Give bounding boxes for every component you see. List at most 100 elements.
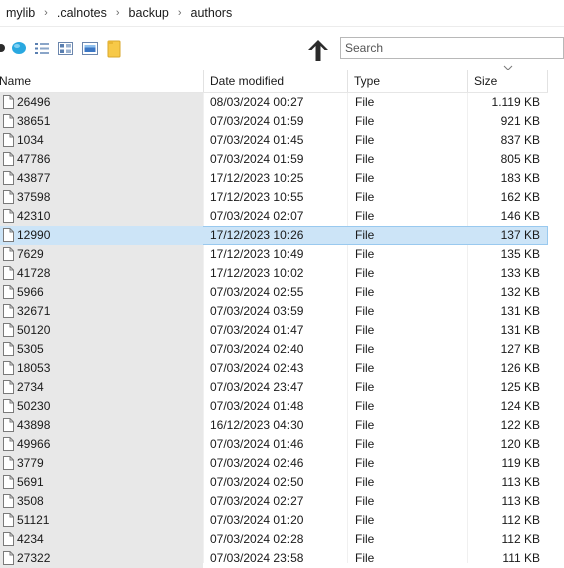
file-size: 112 KB (501, 532, 540, 546)
file-type: File (355, 95, 375, 109)
file-type: File (355, 209, 375, 223)
file-size: 162 KB (500, 190, 540, 204)
file-row[interactable]: 7629 17/12/2023 10:49 File 135 KB (0, 245, 548, 264)
column-header-row: Name Date modified Type Size (0, 70, 564, 93)
file-row[interactable]: 4234 07/03/2024 02:28 File 112 KB (0, 530, 548, 549)
search-input[interactable] (341, 38, 563, 58)
file-row[interactable]: 50120 07/03/2024 01:47 File 131 KB (0, 321, 548, 340)
column-header-type[interactable]: Type (354, 70, 380, 92)
file-date-modified: 08/03/2024 00:27 (210, 95, 304, 109)
breadcrumb-item[interactable]: backup (129, 6, 169, 20)
file-size: 137 KB (500, 228, 540, 242)
file-row[interactable]: 1034 07/03/2024 01:45 File 837 KB (0, 131, 548, 150)
file-date-modified: 17/12/2023 10:49 (210, 247, 304, 261)
file-row[interactable]: 51121 07/03/2024 01:20 File 112 KB (0, 511, 548, 530)
column-divider[interactable] (203, 70, 204, 92)
file-row[interactable]: 5966 07/03/2024 02:55 File 132 KB (0, 283, 548, 302)
file-icon (3, 380, 14, 394)
file-icon (3, 95, 14, 109)
vertical-scrollbar[interactable] (548, 92, 564, 563)
search-box[interactable] (340, 37, 564, 59)
file-size: 131 KB (500, 323, 540, 337)
file-type: File (355, 437, 375, 451)
breadcrumb-item[interactable]: authors (191, 6, 233, 20)
file-type: File (355, 494, 375, 508)
column-header-name[interactable]: Name (0, 70, 31, 92)
file-date-modified: 07/03/2024 01:59 (210, 114, 304, 128)
file-row[interactable]: 42310 07/03/2024 02:07 File 146 KB (0, 207, 548, 226)
file-date-modified: 07/03/2024 02:27 (210, 494, 304, 508)
file-icon (3, 342, 14, 356)
file-row[interactable]: 3508 07/03/2024 02:27 File 113 KB (0, 492, 548, 511)
chevron-right-icon[interactable]: › (116, 7, 120, 19)
file-row[interactable]: 38651 07/03/2024 01:59 File 921 KB (0, 112, 548, 131)
file-date-modified: 07/03/2024 01:47 (210, 323, 304, 337)
column-header-date[interactable]: Date modified (210, 70, 284, 92)
file-name: 50120 (17, 323, 51, 337)
file-type: File (355, 152, 375, 166)
file-row[interactable]: 43898 16/12/2023 04:30 File 122 KB (0, 416, 548, 435)
file-row[interactable]: 3779 07/03/2024 02:46 File 119 KB (0, 454, 548, 473)
file-date-modified: 07/03/2024 02:28 (210, 532, 304, 546)
image-icon[interactable] (82, 42, 98, 55)
tiles-view-icon[interactable] (58, 42, 73, 55)
column-divider[interactable] (547, 70, 548, 92)
file-size: 146 KB (500, 209, 540, 223)
file-name: 41728 (17, 266, 51, 280)
file-row[interactable]: 2734 07/03/2024 23:47 File 125 KB (0, 378, 548, 397)
globe-icon[interactable] (11, 41, 27, 55)
circle-icon[interactable] (0, 43, 6, 53)
file-type: File (355, 190, 375, 204)
file-row[interactable]: 18053 07/03/2024 02:43 File 126 KB (0, 359, 548, 378)
up-arrow-icon[interactable] (305, 37, 331, 63)
column-divider[interactable] (347, 70, 348, 92)
chevron-right-icon[interactable]: › (44, 7, 48, 19)
chevron-right-icon[interactable]: › (178, 7, 182, 19)
file-row[interactable]: 41728 17/12/2023 10:02 File 133 KB (0, 264, 548, 283)
breadcrumb-item[interactable]: mylib (6, 6, 35, 20)
file-icon (3, 285, 14, 299)
column-header-size[interactable]: Size (474, 70, 497, 92)
file-row[interactable]: 47786 07/03/2024 01:59 File 805 KB (0, 150, 548, 169)
file-name: 4234 (17, 532, 44, 546)
file-date-modified: 07/03/2024 01:48 (210, 399, 304, 413)
file-date-modified: 07/03/2024 02:50 (210, 475, 304, 489)
file-name: 3508 (17, 494, 44, 508)
file-name: 32671 (17, 304, 51, 318)
file-row[interactable]: 32671 07/03/2024 03:59 File 131 KB (0, 302, 548, 321)
file-size: 131 KB (500, 304, 540, 318)
file-size: 125 KB (500, 380, 540, 394)
file-date-modified: 17/12/2023 10:55 (210, 190, 304, 204)
file-row[interactable]: 5691 07/03/2024 02:50 File 113 KB (0, 473, 548, 492)
file-row[interactable]: 5305 07/03/2024 02:40 File 127 KB (0, 340, 548, 359)
file-date-modified: 07/03/2024 02:40 (210, 342, 304, 356)
file-name: 18053 (17, 361, 51, 375)
file-row[interactable]: 12990 17/12/2023 10:26 File 137 KB (0, 226, 548, 245)
breadcrumb-item[interactable]: .calnotes (57, 6, 107, 20)
file-size: 127 KB (500, 342, 540, 356)
file-date-modified: 07/03/2024 01:59 (210, 152, 304, 166)
file-row[interactable]: 43877 17/12/2023 10:25 File 183 KB (0, 169, 548, 188)
file-date-modified: 07/03/2024 01:45 (210, 133, 304, 147)
file-date-modified: 07/03/2024 03:59 (210, 304, 304, 318)
file-icon (3, 437, 14, 451)
file-row[interactable]: 26496 08/03/2024 00:27 File 1.119 KB (0, 93, 548, 112)
file-icon (3, 266, 14, 280)
file-type: File (355, 361, 375, 375)
column-divider[interactable] (467, 70, 468, 92)
file-row[interactable]: 49966 07/03/2024 01:46 File 120 KB (0, 435, 548, 454)
folder-icon[interactable] (107, 40, 121, 58)
file-date-modified: 17/12/2023 10:26 (210, 228, 304, 242)
file-row[interactable]: 37598 17/12/2023 10:55 File 162 KB (0, 188, 548, 207)
file-name: 50230 (17, 399, 51, 413)
file-name: 42310 (17, 209, 51, 223)
file-type: File (355, 475, 375, 489)
file-row[interactable]: 27322 07/03/2024 23:58 File 111 KB (0, 549, 548, 568)
file-type: File (355, 323, 375, 337)
file-size: 135 KB (500, 247, 540, 261)
file-icon (3, 494, 14, 508)
file-row[interactable]: 50230 07/03/2024 01:48 File 124 KB (0, 397, 548, 416)
file-size: 113 KB (501, 475, 540, 489)
file-name: 3779 (17, 456, 44, 470)
details-view-icon[interactable] (34, 42, 50, 55)
